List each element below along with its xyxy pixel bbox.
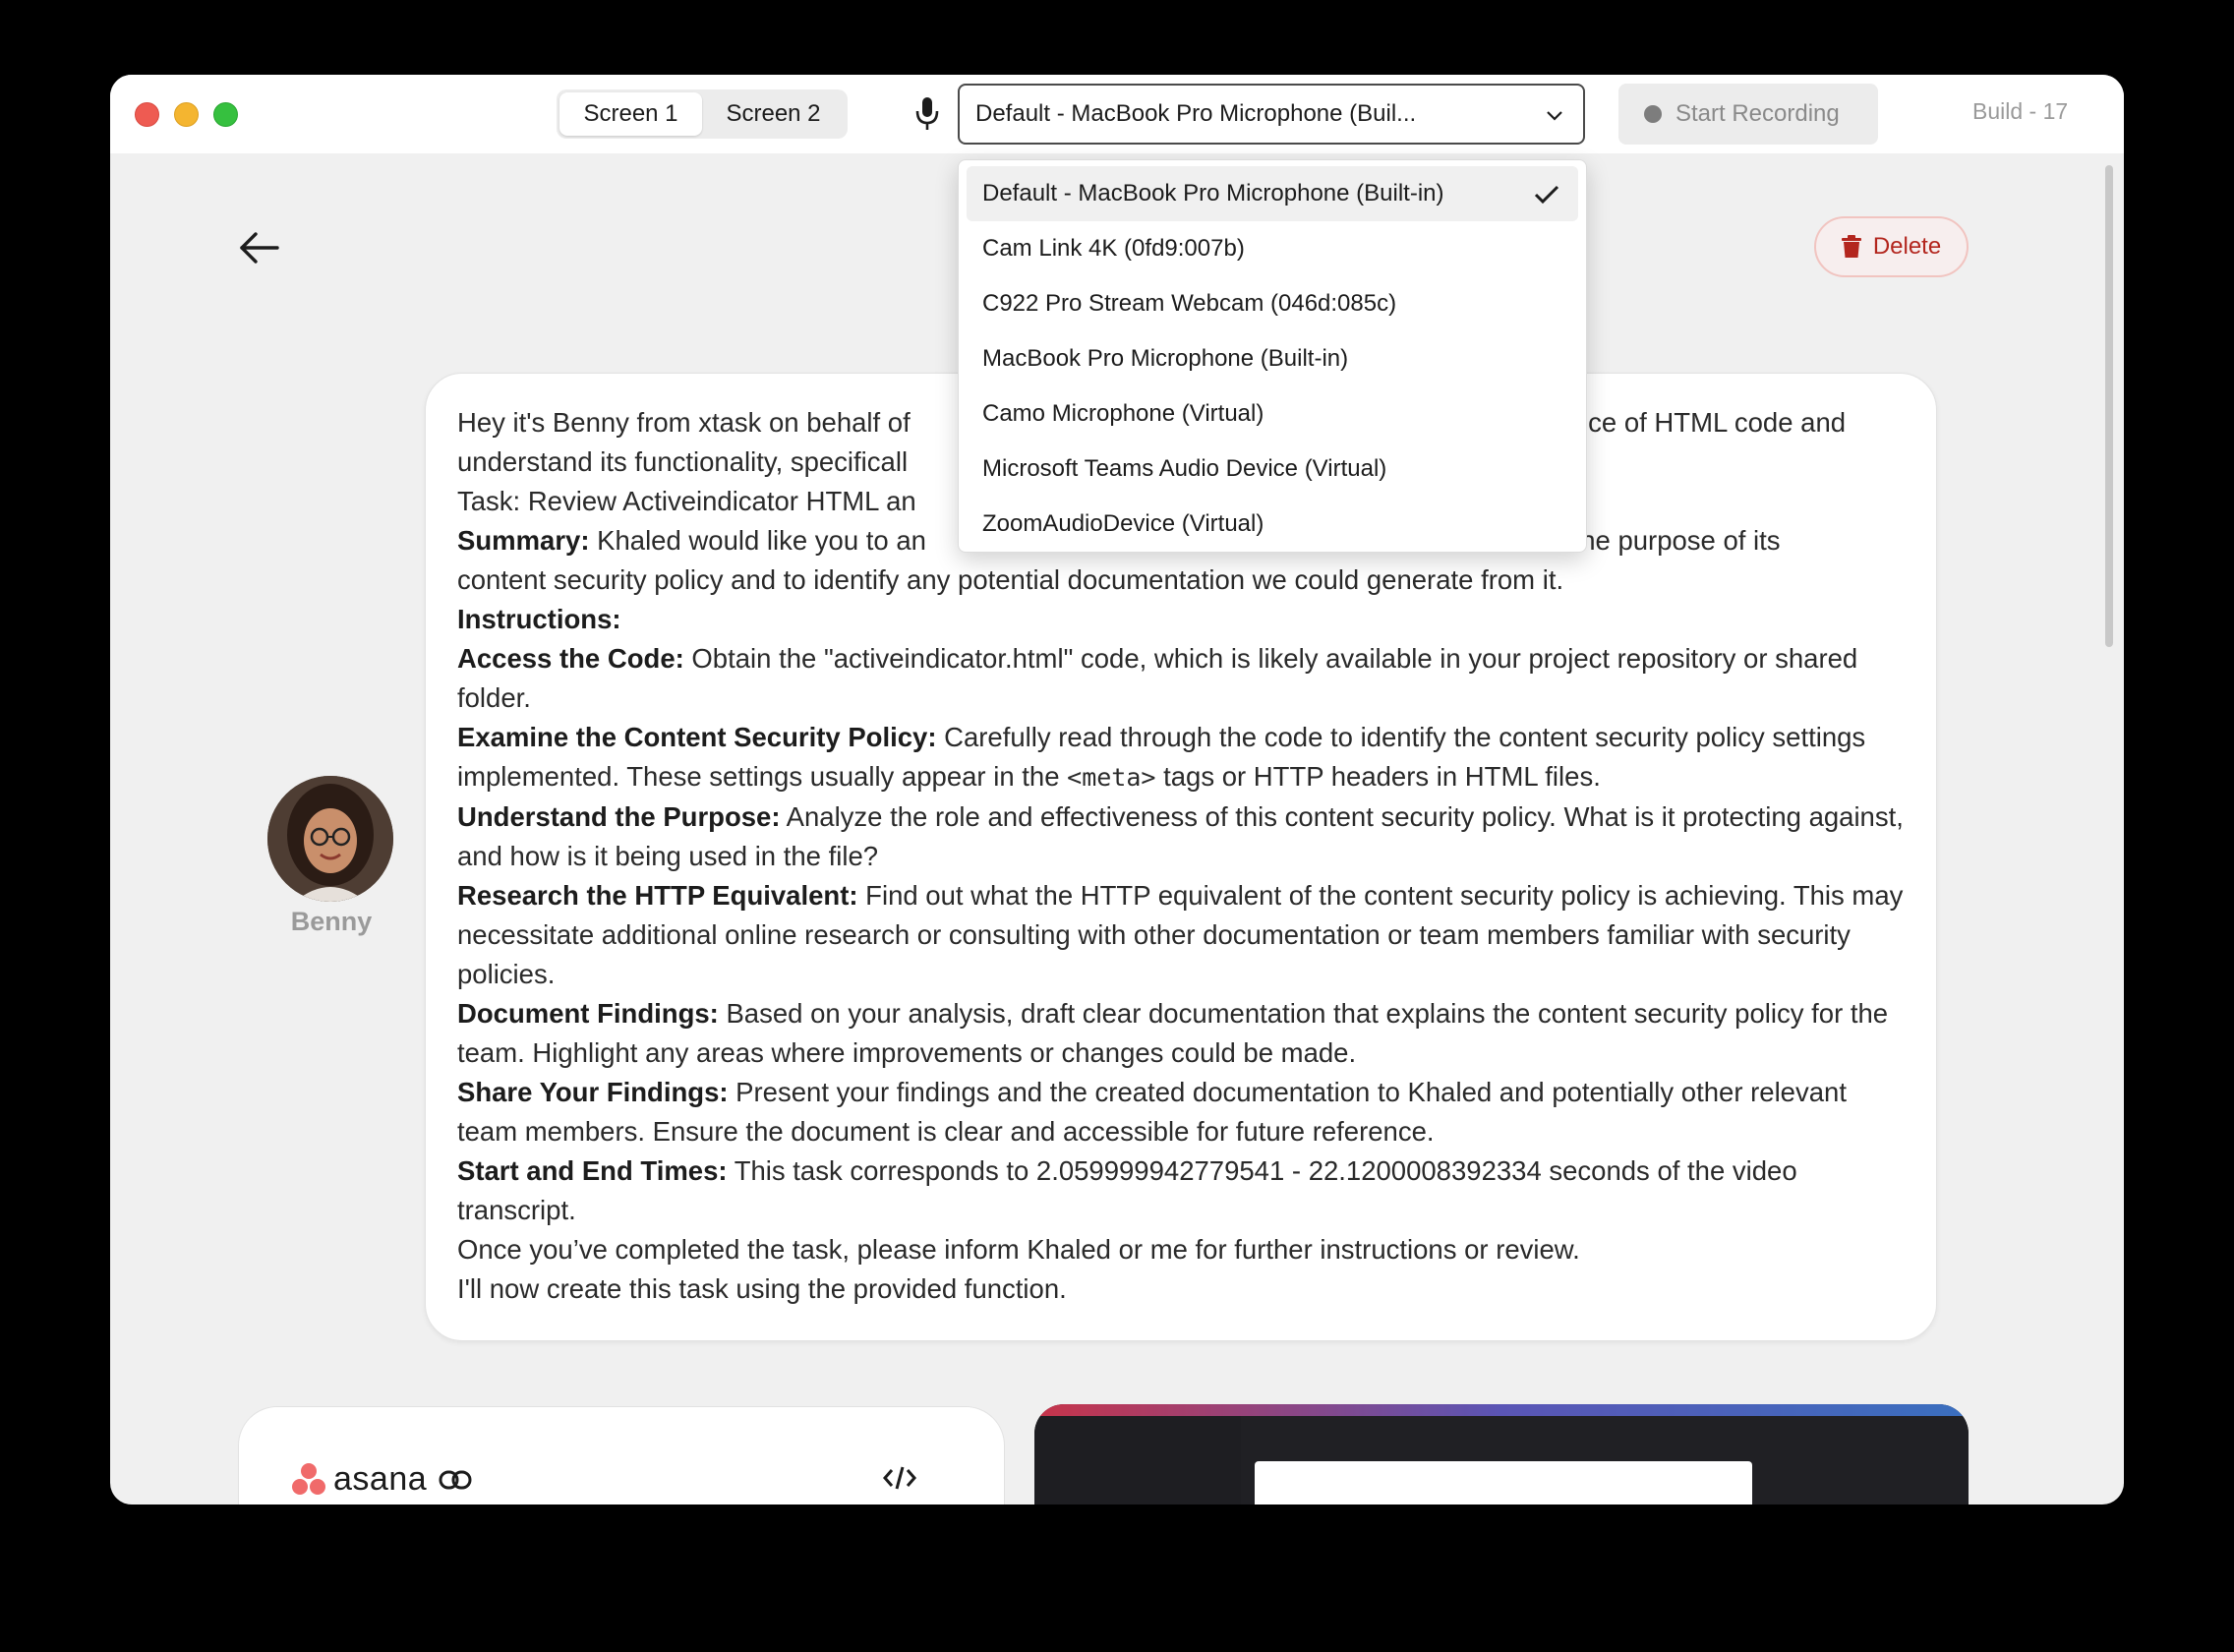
asana-logo: asana <box>290 1460 472 1499</box>
sender-name: Benny <box>290 907 373 936</box>
link-icon[interactable] <box>439 1469 472 1491</box>
message-line: Examine the Content Security Policy: Car… <box>457 722 1866 792</box>
mic-option[interactable]: Cam Link 4K (0fd9:007b) <box>967 221 1578 276</box>
asana-wordmark: asana <box>333 1460 428 1498</box>
delete-label: Delete <box>1872 233 1942 260</box>
message-line: Instructions: <box>457 604 621 634</box>
screenshot-thumbnail[interactable] <box>1034 1404 1969 1504</box>
integration-card[interactable]: asana <box>238 1406 1005 1504</box>
microphone-icon <box>915 97 939 130</box>
microphone-select[interactable]: Default - MacBook Pro Microphone (Buil..… <box>958 84 1585 145</box>
message-line: Once you’ve completed the task, please i… <box>457 1234 1580 1265</box>
message-line: Access the Code: Obtain the "activeindic… <box>457 643 1858 713</box>
microphone-dropdown-menu: Default - MacBook Pro Microphone (Built-… <box>958 159 1587 553</box>
titlebar: Screen 1 Screen 2 Default - MacBook Pro … <box>110 75 2124 153</box>
mic-option[interactable]: Microsoft Teams Audio Device (Virtual) <box>967 442 1578 497</box>
message-line: Research the HTTP Equivalent: Find out w… <box>457 880 1904 989</box>
mic-option[interactable]: ZoomAudioDevice (Virtual) <box>967 497 1578 552</box>
avatar <box>267 776 393 902</box>
back-arrow-icon[interactable] <box>238 230 281 266</box>
mic-option[interactable]: MacBook Pro Microphone (Built-in) <box>967 331 1578 386</box>
mic-option[interactable]: Default - MacBook Pro Microphone (Built-… <box>967 166 1578 221</box>
start-recording-label: Start Recording <box>1676 100 1840 127</box>
app-window: Screen 1 Screen 2 Default - MacBook Pro … <box>110 75 2124 1504</box>
message-line: Start and End Times: This task correspon… <box>457 1155 1797 1225</box>
trash-icon <box>1841 235 1861 258</box>
asana-dots-icon <box>290 1462 327 1497</box>
start-recording-button[interactable]: Start Recording <box>1618 84 1878 145</box>
delete-button[interactable]: Delete <box>1814 216 1969 277</box>
checkmark-icon <box>1534 185 1559 205</box>
scrollbar-thumb[interactable] <box>2105 165 2113 647</box>
tab-screen-1[interactable]: Screen 1 <box>559 92 702 136</box>
tab-screen-2[interactable]: Screen 2 <box>702 92 845 136</box>
message-line: I'll now create this task using the prov… <box>457 1273 1067 1304</box>
thumbnail-menubar <box>1034 1404 1969 1416</box>
screen-tabs: Screen 1 Screen 2 <box>557 89 848 139</box>
thumbnail-sidebar <box>1034 1416 1241 1504</box>
message-line: Document Findings: Based on your analysi… <box>457 998 1889 1068</box>
minimize-window-button[interactable] <box>174 102 199 127</box>
message-line: Share Your Findings: Present your findin… <box>457 1077 1847 1147</box>
mic-option[interactable]: C922 Pro Stream Webcam (046d:085c) <box>967 276 1578 331</box>
thumbnail-app-window <box>1255 1461 1752 1504</box>
message-line: Understand the Purpose: Analyze the role… <box>457 801 1904 871</box>
close-window-button[interactable] <box>135 102 159 127</box>
microphone-select-value: Default - MacBook Pro Microphone (Buil..… <box>975 100 1417 127</box>
mic-option[interactable]: Camo Microphone (Virtual) <box>967 386 1578 442</box>
chevron-down-icon <box>1547 111 1562 121</box>
build-label: Build - 17 <box>1972 98 2069 124</box>
message-line: content security policy and to identify … <box>457 564 1564 595</box>
record-dot-icon <box>1644 105 1662 123</box>
code-icon[interactable] <box>883 1464 916 1492</box>
zoom-window-button[interactable] <box>213 102 238 127</box>
